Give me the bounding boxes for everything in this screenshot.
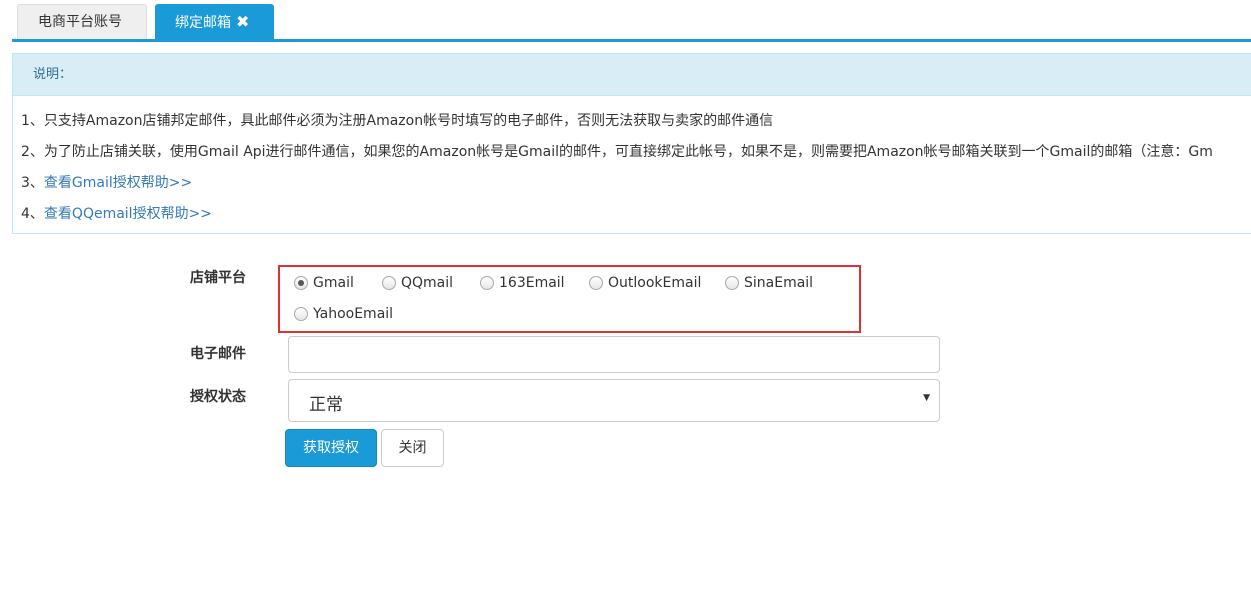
radio-unchecked-icon[interactable] (725, 276, 739, 290)
radio-sinaemail[interactable]: SinaEmail (725, 275, 813, 291)
radio-outlookemail[interactable]: OutlookEmail (589, 275, 701, 291)
line-prefix: 3、 (21, 175, 44, 191)
radio-label: SinaEmail (744, 275, 814, 291)
platform-label: 店铺平台 (190, 270, 246, 286)
radio-label: 163Email (499, 275, 565, 291)
tab-bind-email[interactable]: 绑定邮箱 ✖ (155, 4, 274, 39)
line-prefix: 4、 (21, 206, 44, 222)
email-field[interactable] (288, 336, 940, 373)
radio-checked-icon[interactable] (294, 276, 308, 290)
get-authorization-button[interactable]: 获取授权 (285, 429, 377, 467)
radio-label: YahooEmail (313, 306, 394, 322)
gmail-help-link[interactable]: 查看Gmail授权帮助>> (44, 175, 192, 191)
auth-status-select[interactable]: 正常 ▼ (288, 379, 940, 422)
close-button[interactable]: 关闭 (381, 429, 444, 467)
tab-bar: 电商平台账号 绑定邮箱 ✖ (12, 4, 1251, 42)
radio-yahooemail[interactable]: YahooEmail (294, 306, 393, 322)
radio-gmail[interactable]: Gmail (294, 275, 354, 291)
instruction-line-2: 2、为了防止店铺关联，使用Gmail Api进行邮件通信，如果您的Amazon帐… (21, 144, 1213, 160)
radio-label: QQmail (401, 275, 454, 291)
instruction-line-3: 3、查看Gmail授权帮助>> (21, 172, 192, 192)
radio-qqmail[interactable]: QQmail (382, 275, 453, 291)
caret-down-icon: ▼ (923, 393, 930, 403)
radio-unchecked-icon[interactable] (480, 276, 494, 290)
radio-unchecked-icon[interactable] (589, 276, 603, 290)
radio-unchecked-icon[interactable] (382, 276, 396, 290)
radio-unchecked-icon[interactable] (294, 307, 308, 321)
radio-label: Gmail (313, 275, 354, 291)
radio-label: OutlookEmail (608, 275, 702, 291)
instructions-panel: 说明： 1、只支持Amazon店铺邦定邮件，具此邮件必须为注册Amazon帐号时… (12, 53, 1251, 234)
tab-label: 电商平台账号 (38, 14, 122, 30)
tab-label: 绑定邮箱 (175, 15, 231, 31)
auth-status-value: 正常 (309, 395, 343, 415)
close-icon[interactable]: ✖ (236, 12, 249, 31)
qqemail-help-link[interactable]: 查看QQemail授权帮助>> (44, 206, 212, 222)
email-label: 电子邮件 (190, 346, 246, 362)
auth-status-label: 授权状态 (190, 389, 246, 405)
platform-radio-group: Gmail QQmail 163Email OutlookEmail SinaE… (278, 265, 861, 333)
instruction-line-4: 4、查看QQemail授权帮助>> (21, 203, 212, 223)
instructions-title: 说明： (13, 54, 1251, 96)
instruction-line-1: 1、只支持Amazon店铺邦定邮件，具此邮件必须为注册Amazon帐号时填写的电… (21, 113, 774, 129)
radio-163email[interactable]: 163Email (480, 275, 565, 291)
tab-ecommerce-accounts[interactable]: 电商平台账号 (17, 4, 147, 39)
